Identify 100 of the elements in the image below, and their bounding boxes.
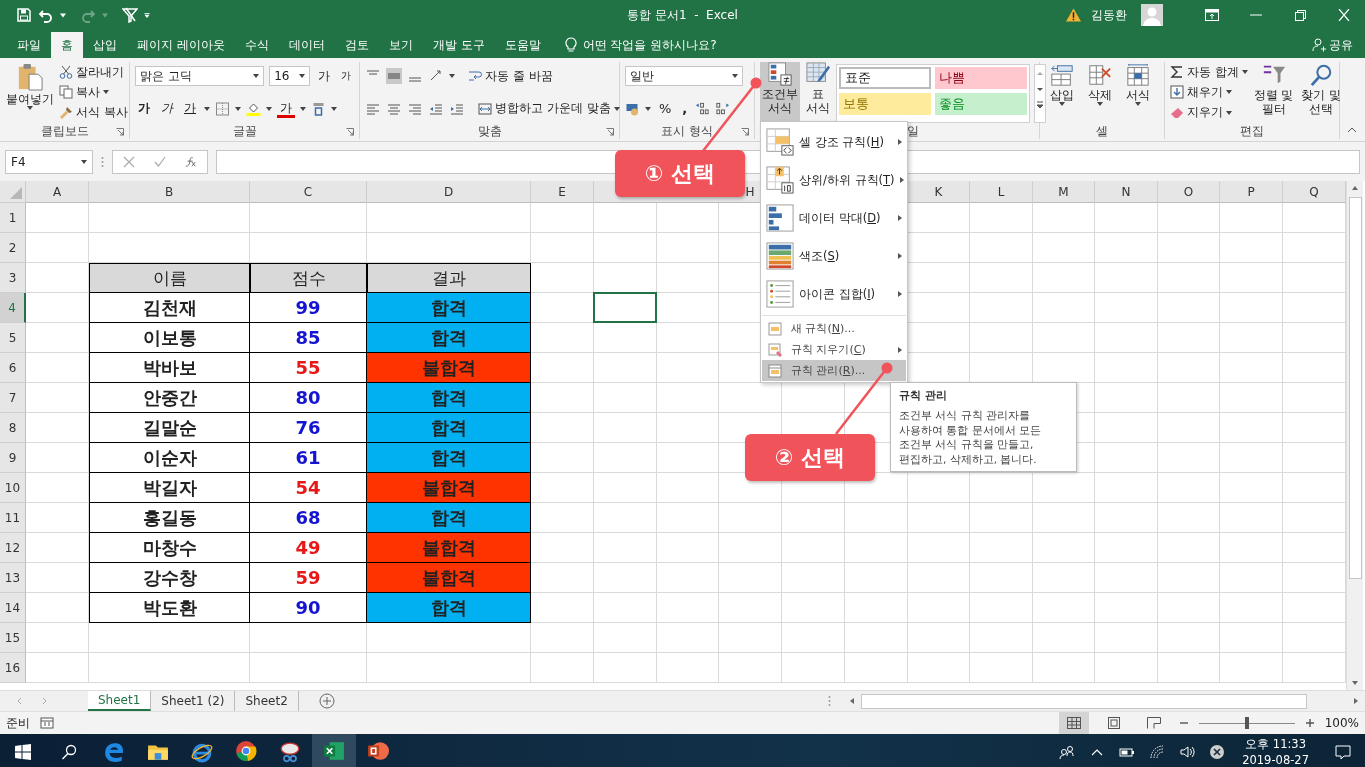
currency-icon[interactable] <box>625 101 640 116</box>
row-header[interactable]: 2 <box>0 233 26 263</box>
collapse-ribbon-icon[interactable] <box>1347 127 1357 133</box>
scroll-thumb[interactable] <box>861 693 1307 709</box>
user-name[interactable]: 김동환 <box>1091 6 1127 24</box>
caret-icon[interactable] <box>204 106 210 111</box>
ribbon-tab[interactable]: 파일 <box>7 32 51 58</box>
font-color-button[interactable]: 가 <box>277 99 295 118</box>
row-header[interactable]: 5 <box>0 323 26 353</box>
wrap-text-button[interactable]: 자동 줄 바꿈 <box>468 66 553 87</box>
dialog-launcher-icon[interactable] <box>606 128 614 136</box>
ribbon-tab[interactable]: 보기 <box>378 32 423 58</box>
underline-button[interactable]: 가 <box>181 98 199 119</box>
comma-button[interactable]: , <box>679 98 691 119</box>
clear-button[interactable]: 지우기 <box>1170 102 1248 123</box>
dialog-launcher-icon[interactable] <box>346 128 354 136</box>
menu-item[interactable]: 규칙 관리(R)... <box>762 360 906 381</box>
row-header[interactable]: 9 <box>0 443 26 473</box>
scroll-thumb[interactable] <box>1348 197 1362 579</box>
cell-style-item[interactable]: 보통 <box>839 93 931 115</box>
menu-item[interactable]: 새 규칙(N)... <box>762 318 906 339</box>
increase-decimal-icon[interactable] <box>695 101 711 116</box>
merge-center-button[interactable]: 병합하고 가운데 맞춤 <box>478 98 620 119</box>
error-icon[interactable] <box>1209 744 1226 760</box>
zoom-in-icon[interactable] <box>1304 718 1315 728</box>
row-header[interactable]: 12 <box>0 533 26 563</box>
ribbon-tab[interactable]: 개발 도구 <box>422 32 495 58</box>
customize-caret-icon[interactable] <box>144 12 150 18</box>
ribbon-tab[interactable]: 수식 <box>234 32 279 58</box>
find-select-button[interactable]: 찾기 및 선택 <box>1299 62 1344 123</box>
percent-button[interactable]: % <box>656 98 675 119</box>
paste-button[interactable]: 붙여넣기 <box>5 62 55 123</box>
vertical-scrollbar[interactable] <box>1346 181 1363 690</box>
notification-icon[interactable] <box>1335 744 1351 760</box>
grip-icon[interactable] <box>101 155 104 168</box>
name-box[interactable]: F4 <box>5 149 93 174</box>
view-button[interactable] <box>1058 712 1089 734</box>
conditional-formatting-button[interactable]: 조건부 서식 <box>760 62 800 123</box>
macro-record-icon[interactable] <box>40 717 54 729</box>
menu-item[interactable]: 색조(S) <box>762 237 906 275</box>
warning-icon[interactable] <box>1066 8 1081 22</box>
speaker-icon[interactable] <box>1179 744 1196 760</box>
touch-mode-icon[interactable] <box>122 7 138 23</box>
bold-button[interactable]: 가 <box>135 98 153 119</box>
caret-icon[interactable] <box>235 106 241 111</box>
zoom-level[interactable]: 100% <box>1324 716 1359 730</box>
format-cells-button[interactable]: 서식 <box>1121 62 1155 123</box>
ribbon-tab[interactable]: 페이지 레이아웃 <box>127 32 235 58</box>
row-header[interactable]: 1 <box>0 203 26 233</box>
menu-item[interactable]: 아이콘 집합(I) <box>762 275 906 313</box>
cell-style-item[interactable]: 표준 <box>839 67 931 89</box>
cell-style-item[interactable]: 나쁨 <box>935 67 1027 89</box>
copy-button[interactable]: 복사 <box>59 82 128 103</box>
row-header[interactable]: 11 <box>0 503 26 533</box>
function-icon[interactable] <box>185 155 198 168</box>
clock[interactable]: 오후 11:33 2019-08-27 <box>1242 734 1309 767</box>
insert-cells-button[interactable]: 삽입 <box>1045 62 1079 123</box>
close-icon[interactable] <box>1337 9 1351 21</box>
ribbon-tab[interactable]: 데이터 <box>278 32 335 58</box>
people-icon[interactable] <box>1059 744 1076 760</box>
dialog-launcher-icon[interactable] <box>116 128 124 136</box>
grow-font-button[interactable]: 가 <box>315 66 333 87</box>
dialog-launcher-icon[interactable] <box>741 128 749 136</box>
caret-icon[interactable] <box>266 106 272 111</box>
caret-icon[interactable] <box>60 12 66 18</box>
row-header[interactable]: 14 <box>0 593 26 623</box>
font-size-dropdown[interactable]: 16 <box>269 66 310 87</box>
row-header[interactable]: 3 <box>0 263 26 293</box>
fill-button[interactable]: 채우기 <box>1170 82 1248 103</box>
share-button[interactable]: 공유 <box>1312 32 1353 58</box>
ribbon-tab[interactable]: 도움말 <box>494 32 551 58</box>
row-header[interactable]: 16 <box>0 653 26 683</box>
undo-icon[interactable] <box>38 7 54 23</box>
borders-icon[interactable] <box>215 101 230 116</box>
menu-item[interactable]: 상위/하위 규칙(T) <box>762 161 906 199</box>
wifi-icon[interactable] <box>1149 744 1166 760</box>
shrink-font-button[interactable]: 가 <box>338 66 354 87</box>
selected-cell[interactable] <box>593 292 657 323</box>
format-painter-button[interactable]: 서식 복사 <box>59 102 128 123</box>
sort-filter-button[interactable]: 정렬 및 필터 <box>1251 62 1296 123</box>
decrease-decimal-icon[interactable] <box>715 101 731 116</box>
tell-me-search[interactable]: 어떤 작업을 원하시나요? <box>564 32 717 58</box>
sheet-tab[interactable]: Sheet1 <box>88 691 152 711</box>
row-header[interactable]: 6 <box>0 353 26 383</box>
row-header[interactable]: 10 <box>0 473 26 503</box>
slider-thumb[interactable] <box>1244 717 1249 729</box>
menu-item[interactable]: 셀 강조 규칙(H) <box>762 123 906 161</box>
row-header[interactable]: 7 <box>0 383 26 413</box>
ribbon-tab[interactable]: 검토 <box>334 32 379 58</box>
row-header[interactable]: 15 <box>0 623 26 653</box>
menu-item[interactable]: 규칙 지우기(C) <box>762 339 906 360</box>
restore-icon[interactable] <box>1293 9 1307 21</box>
save-icon[interactable] <box>16 7 32 23</box>
delete-cells-button[interactable]: 삭제 <box>1083 62 1117 123</box>
caret-icon[interactable] <box>331 106 337 111</box>
phonetic-icon[interactable] <box>311 101 326 116</box>
checkmark-icon[interactable] <box>154 155 166 168</box>
row-header[interactable]: 8 <box>0 413 26 443</box>
row-header[interactable]: 4 <box>0 293 26 323</box>
caret-icon[interactable] <box>449 74 455 79</box>
